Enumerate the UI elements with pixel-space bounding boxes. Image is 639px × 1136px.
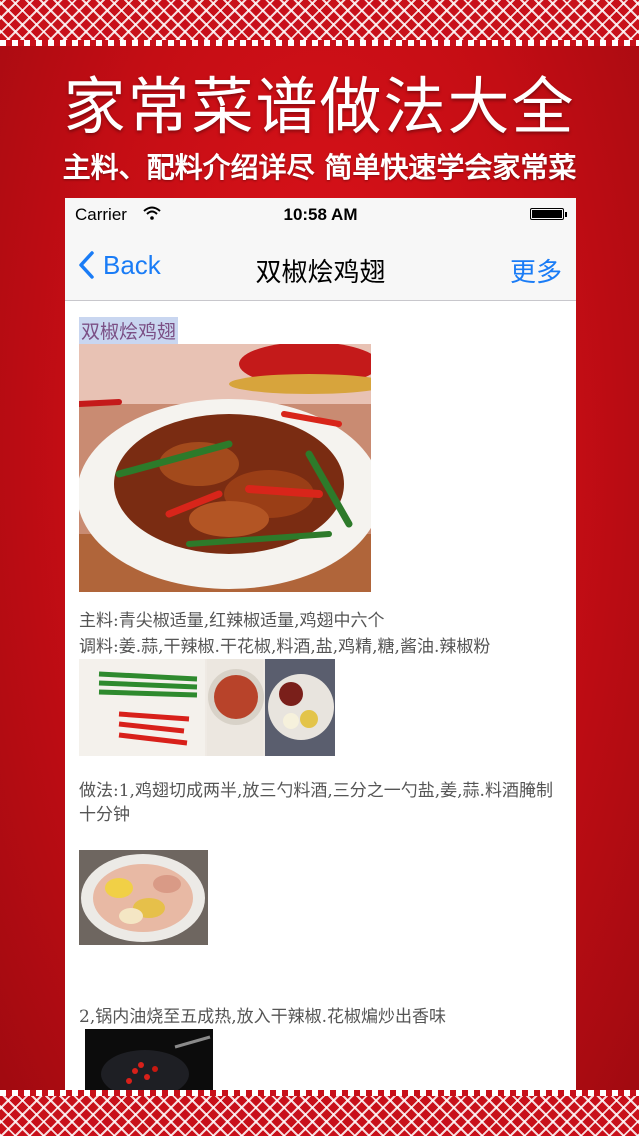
decorative-border-bottom — [0, 1090, 639, 1136]
promo-subtitle: 主料、配料介绍详尽 简单快速学会家常菜 — [62, 151, 577, 184]
back-button[interactable]: Back — [77, 248, 161, 282]
back-chevron-icon — [79, 251, 94, 279]
status-time: 10:58 AM — [283, 205, 358, 224]
recipe-name: 双椒烩鸡翅 — [79, 317, 179, 344]
navigation-bar: Back 双椒烩鸡翅 更多 — [65, 230, 576, 301]
step-2-photo — [85, 1029, 213, 1090]
phone-screen: Carrier 10:58 AM Back 双椒烩鸡翅 更多 双椒烩鸡翅 主料:… — [65, 198, 576, 1090]
promo-title: 家常菜谱做法大全 — [63, 70, 576, 143]
back-label: Back — [103, 249, 161, 280]
decorative-border-top — [0, 0, 639, 46]
seasonings: 调料:姜.蒜,干辣椒.干花椒,料酒,盐,鸡精,糖,酱油.辣椒粉 — [79, 637, 491, 657]
step-2: 2,锅内油烧至五成热,放入干辣椒.花椒煸炒出香味 — [79, 1007, 447, 1027]
ingredients-photo — [79, 659, 335, 756]
step-1-photo — [79, 850, 208, 945]
status-bar: Carrier 10:58 AM — [65, 198, 576, 230]
more-button[interactable]: 更多 — [510, 252, 562, 289]
main-ingredients: 主料:青尖椒适量,红辣椒适量,鸡翅中六个 — [79, 611, 385, 631]
step-1: 做法:1,鸡翅切成两半,放三勺料酒,三分之一勺盐,姜,蒜.料酒腌制十分钟 — [79, 781, 553, 825]
dish-photo — [79, 344, 371, 592]
battery-icon — [530, 208, 567, 220]
recipe-content[interactable]: 双椒烩鸡翅 主料:青尖椒适量,红辣椒适量,鸡翅中六个 调料:姜.蒜,干辣椒.干花… — [65, 301, 576, 1090]
